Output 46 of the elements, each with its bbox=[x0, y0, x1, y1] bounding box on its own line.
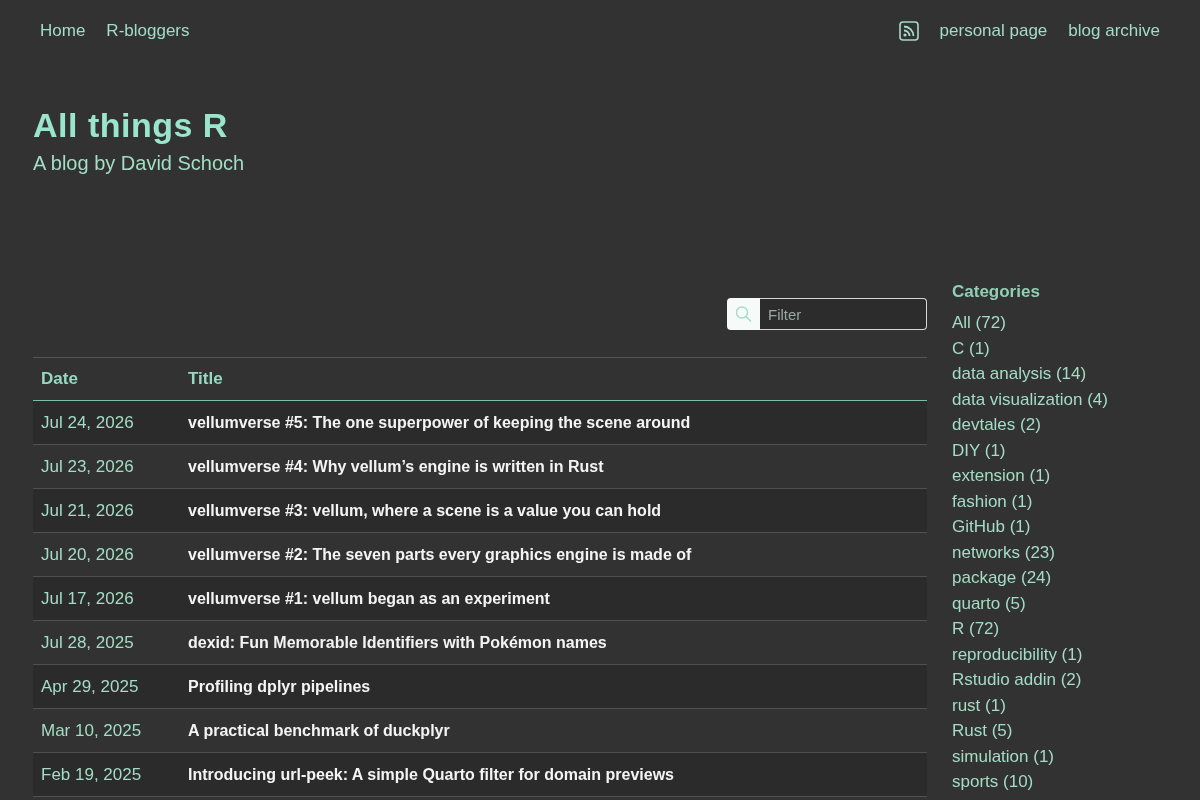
post-title-link[interactable]: vellumverse #4: Why vellum’s engine is written in Rust bbox=[188, 457, 604, 475]
category-link[interactable]: All (72) bbox=[952, 310, 1200, 336]
category-link[interactable]: quarto (5) bbox=[952, 590, 1200, 616]
post-date: Jul 24, 2026 bbox=[41, 412, 134, 432]
post-date: Jul 23, 2026 bbox=[41, 456, 134, 476]
post-title-link[interactable]: vellumverse #1: vellum began as an experiment bbox=[188, 589, 550, 607]
column-header[interactable]: Title bbox=[180, 357, 927, 401]
categories-heading: Categories bbox=[952, 281, 1041, 303]
category-link[interactable]: simulation (1) bbox=[952, 743, 1200, 769]
category-link[interactable]: fashion (1) bbox=[952, 488, 1200, 514]
post-date: Jul 17, 2026 bbox=[41, 588, 134, 608]
category-link[interactable]: package (24) bbox=[952, 565, 1200, 591]
nav-link[interactable]: personal page bbox=[939, 21, 1048, 41]
post-title-link[interactable]: A practical benchmark of duckplyr bbox=[188, 721, 450, 739]
category-link[interactable]: DIY (1) bbox=[952, 437, 1200, 463]
post-date: Jul 21, 2026 bbox=[41, 500, 134, 520]
category-link[interactable]: sports (10) bbox=[952, 769, 1200, 795]
category-link[interactable]: Rust (5) bbox=[952, 718, 1200, 744]
post-title-link[interactable]: vellumverse #2: The seven parts every graphics engine is made of bbox=[188, 545, 692, 563]
category-link[interactable]: networks (23) bbox=[952, 539, 1200, 565]
site-title: All things R bbox=[33, 105, 229, 146]
column-header[interactable]: Date bbox=[33, 357, 180, 401]
category-link[interactable]: Rstudio addin (2) bbox=[952, 667, 1200, 693]
nav-link[interactable]: Home bbox=[40, 21, 86, 41]
post-date: Jul 28, 2025 bbox=[41, 632, 134, 652]
post-date: Apr 29, 2025 bbox=[41, 676, 139, 696]
site-subtitle: A blog by David Schoch bbox=[33, 151, 246, 176]
category-link[interactable]: rust (1) bbox=[952, 692, 1200, 718]
category-link[interactable]: R (72) bbox=[952, 616, 1200, 642]
search-icon bbox=[727, 298, 760, 330]
category-link[interactable]: extension (1) bbox=[952, 463, 1200, 489]
rss-icon[interactable] bbox=[898, 21, 919, 41]
post-date: Feb 19, 2025 bbox=[41, 764, 142, 784]
post-date: Jul 20, 2026 bbox=[41, 544, 134, 564]
category-link[interactable]: C (1) bbox=[952, 335, 1200, 361]
category-link[interactable]: data visualization (4) bbox=[952, 386, 1200, 412]
nav-link[interactable]: R-bloggers bbox=[106, 21, 190, 41]
post-title-link[interactable]: Profiling dplyr pipelines bbox=[188, 677, 371, 695]
post-date: Mar 10, 2025 bbox=[41, 720, 142, 740]
category-link[interactable]: GitHub (1) bbox=[952, 514, 1200, 540]
nav-link[interactable]: blog archive bbox=[1068, 21, 1160, 41]
post-title-link[interactable]: dexid: Fun Memorable Identifiers with Pokémon names bbox=[188, 633, 607, 651]
category-link[interactable]: devtales (2) bbox=[952, 412, 1200, 438]
filter-field[interactable]: Filter bbox=[760, 298, 927, 330]
category-link[interactable]: reproducibility (1) bbox=[952, 641, 1200, 667]
category-link[interactable]: data analysis (14) bbox=[952, 361, 1200, 387]
